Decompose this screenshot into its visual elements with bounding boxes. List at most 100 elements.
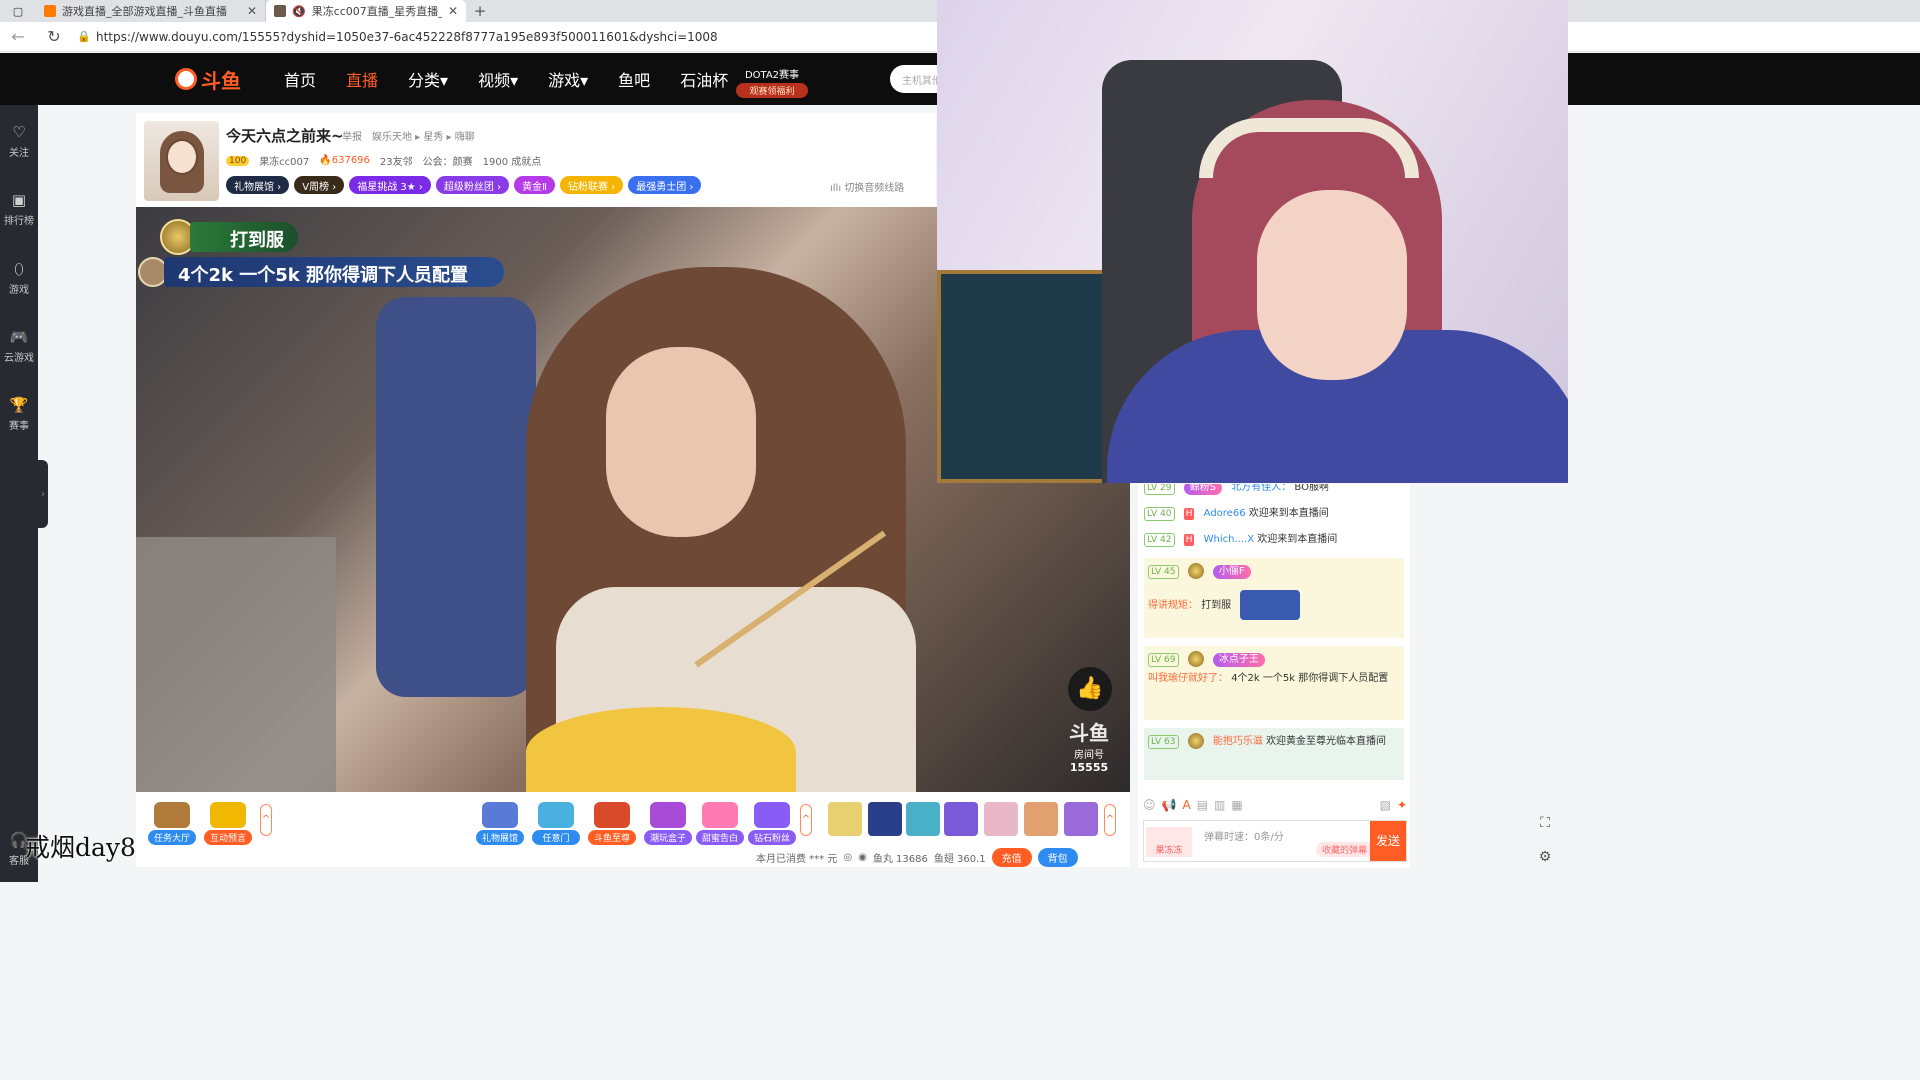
collapse-gifts-button[interactable]: ^ xyxy=(800,804,812,836)
close-tab-icon[interactable]: ✕ xyxy=(448,4,458,18)
nav-games[interactable]: 游戏▾ xyxy=(548,67,588,91)
gift-item-castle[interactable] xyxy=(906,802,940,836)
badge-gift-hall[interactable]: 礼物展馆 › xyxy=(226,176,290,194)
eye-icon[interactable]: ◎ xyxy=(843,852,852,863)
lock-icon[interactable]: 🔒 xyxy=(72,30,96,43)
user-level: LV 42 xyxy=(1144,533,1175,547)
sidebar-item-rank[interactable]: ▣ 排行榜 xyxy=(0,191,38,227)
sidebar-item-events[interactable]: 🏆 赛事 xyxy=(0,396,38,432)
tab-game-live[interactable]: 游戏直播_全部游戏直播_斗鱼直播 ✕ xyxy=(36,0,266,22)
chat-text: 欢迎来到本直播间 xyxy=(1257,534,1338,545)
badge-warrior-group[interactable]: 最强勇士团 › xyxy=(628,176,702,194)
badge-super-fans[interactable]: 超级粉丝团 › xyxy=(435,176,510,194)
floating-camera-window[interactable] xyxy=(937,0,1568,483)
task-hall-button[interactable]: 任务大厅 xyxy=(148,802,196,845)
barrage-style-icon[interactable]: ▤ xyxy=(1197,798,1208,814)
chat-text: BO服啊 xyxy=(1294,484,1329,493)
gift-item-plane[interactable] xyxy=(828,802,862,836)
report-link[interactable]: 举报 xyxy=(342,128,362,143)
font-color-icon[interactable]: A xyxy=(1182,798,1190,814)
collapse-left-button[interactable]: ^ xyxy=(260,804,272,836)
breadcrumb[interactable]: 娱乐天地 ▸ 星秀 ▸ 嗨聊 xyxy=(372,128,475,143)
nav-live[interactable]: 直播 xyxy=(346,67,378,91)
tab-current-room[interactable]: 🔇 果冻cc007直播_星秀直播_斗 ✕ xyxy=(266,0,466,22)
clear-icon[interactable]: ▧ xyxy=(1380,798,1391,814)
anchor-name[interactable]: 果冻cc007 xyxy=(259,153,309,168)
settings-icon[interactable]: ⚙ xyxy=(1525,849,1565,865)
favorite-barrage-button[interactable]: 收藏的弹幕 xyxy=(1316,842,1374,857)
badge-diamond-league[interactable]: 钻粉联赛 › xyxy=(560,176,624,194)
chat-username[interactable]: Adore66 xyxy=(1204,508,1246,519)
gift-item-box[interactable] xyxy=(984,802,1018,836)
sweet-confession-button[interactable]: 甜蜜告白 xyxy=(696,802,744,845)
dota-title: DOTA2赛事 xyxy=(744,70,800,81)
douyu-logo[interactable]: 斗鱼 xyxy=(175,66,241,93)
sidebar-item-cloud-game[interactable]: 🎮 云游戏 xyxy=(0,328,38,364)
gift-item-cards[interactable] xyxy=(1024,802,1058,836)
hot-value: 637696 xyxy=(331,155,370,166)
room-info-panel: 今天六点之前来~ 举报 娱乐天地 ▸ 星秀 ▸ 嗨聊 100 果冻cc007 🔥… xyxy=(136,113,936,208)
any-door-button[interactable]: 任意门 xyxy=(532,802,580,845)
chat-input-box[interactable]: 果冻冻 弹幕时速：0条/分 收藏的弹幕 发送 xyxy=(1143,820,1407,862)
filter-icon[interactable]: ▦ xyxy=(1231,798,1242,814)
room-badges: 礼物展馆 › V周榜 › 福星挑战 3★ › 超级粉丝团 › 黄金Ⅱ 钻粉联赛 … xyxy=(226,176,702,194)
diamond-fans-button[interactable]: 钻石粉丝 xyxy=(748,802,796,845)
more-gifts-button[interactable]: ^ xyxy=(1104,804,1116,836)
gift-item-magic[interactable] xyxy=(944,802,978,836)
task-hall-icon xyxy=(154,802,190,828)
back-icon[interactable]: ← xyxy=(0,27,36,46)
badge-gold-rank[interactable]: 黄金Ⅱ xyxy=(514,176,556,194)
chat-username[interactable]: 小俪F xyxy=(1212,565,1251,579)
backpack-button[interactable]: 背包 xyxy=(1037,848,1078,867)
chat-username[interactable]: Which....X xyxy=(1204,534,1254,545)
gift-item-rocket[interactable] xyxy=(868,802,902,836)
mute-icon[interactable]: 🔇 xyxy=(292,5,306,18)
nav-category[interactable]: 分类▾ xyxy=(408,67,448,91)
achievement-points[interactable]: 1900 成就点 xyxy=(483,153,542,168)
fullscreen-icon[interactable]: ⛶ xyxy=(1525,815,1565,831)
new-tab-button[interactable]: + xyxy=(466,2,494,20)
anchor-avatar[interactable] xyxy=(144,121,219,201)
url-field[interactable]: https://www.douyu.com/15555?dyshid=1050e… xyxy=(96,30,718,44)
toy-box-button[interactable]: 潮玩盒子 xyxy=(644,802,692,845)
chat-username[interactable]: 能抱巧乐滋 xyxy=(1213,736,1263,747)
gift-hall-button[interactable]: 礼物展馆 xyxy=(476,802,524,845)
camera-person-face xyxy=(1257,190,1407,380)
crown-icon xyxy=(594,802,630,828)
prediction-button[interactable]: 互动预言 xyxy=(204,802,252,845)
sidebar-item-games[interactable]: ⬯ 游戏 xyxy=(0,260,38,296)
nav-shiyoubei[interactable]: 石油杯 xyxy=(680,67,728,91)
friends-count[interactable]: 23友邻 xyxy=(380,153,413,168)
badge-v-weekly[interactable]: V周榜 › xyxy=(294,176,345,194)
sidebar-expand-button[interactable]: › xyxy=(38,460,48,528)
send-button[interactable]: 发送 xyxy=(1370,821,1406,861)
speaker-icon[interactable]: 📢 xyxy=(1162,798,1177,814)
fan-badge-selector[interactable]: 果冻冻 xyxy=(1146,827,1192,857)
window-menu-icon[interactable]: ▢ xyxy=(0,0,36,22)
close-tab-icon[interactable]: ✕ xyxy=(247,4,257,18)
sidebar-item-follow[interactable]: ♡ 关注 xyxy=(0,123,38,159)
nav-video[interactable]: 视频▾ xyxy=(478,67,518,91)
logo-text: 斗鱼 xyxy=(201,68,241,93)
tab-title: 果冻cc007直播_星秀直播_斗 xyxy=(311,5,442,18)
reload-icon[interactable]: ↻ xyxy=(36,27,72,46)
chat-username[interactable]: 北方有佳人： xyxy=(1231,484,1291,493)
guild-label[interactable]: 公会：颜赛 xyxy=(423,153,473,168)
user-level: LV 45 xyxy=(1148,565,1179,579)
dota-event-banner[interactable]: DOTA2赛事 观赛领福利 xyxy=(736,66,808,98)
emoji-icon[interactable]: ☺ xyxy=(1143,798,1156,814)
like-button[interactable]: 👍 xyxy=(1068,667,1112,711)
douyu-supreme-button[interactable]: 斗鱼至尊 xyxy=(588,802,636,845)
gift-effect-icon[interactable]: ✦ xyxy=(1397,798,1407,814)
badge-lucky-challenge[interactable]: 福星挑战 3★ › xyxy=(349,176,431,194)
danmu-blue: 4个2k 一个5k 那你得调下人员配置 xyxy=(138,257,505,287)
nav-yuba[interactable]: 鱼吧 xyxy=(618,67,650,91)
switch-audio-line[interactable]: ıllı 切换音频线路 xyxy=(830,179,904,194)
gift-item-chest[interactable] xyxy=(1064,802,1098,836)
chat-username[interactable]: 冰点子王 xyxy=(1212,653,1265,667)
user-level: LV 29 xyxy=(1144,484,1175,495)
recharge-button[interactable]: 充值 xyxy=(991,848,1032,867)
nav-home[interactable]: 首页 xyxy=(284,67,316,91)
chat-message-highlight: LV 69 冰点子王 叫我瑜仔就好了： 4个2k 一个5k 那你得调下人员配置 xyxy=(1144,646,1404,720)
shield-icon[interactable]: ▥ xyxy=(1214,798,1225,814)
